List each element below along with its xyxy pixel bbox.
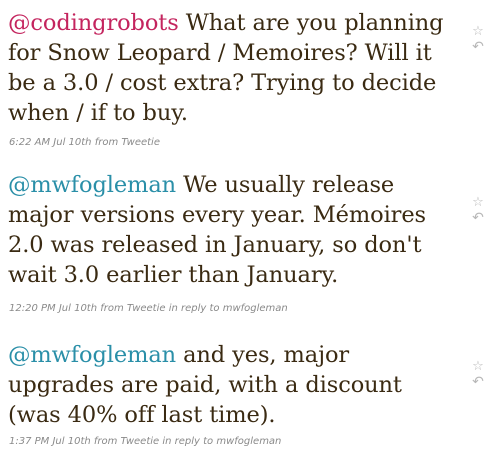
tweet-actions: ☆ ↶ xyxy=(470,24,490,56)
tweet: @mwfogleman We usually release major ver… xyxy=(0,162,500,314)
mention-link[interactable]: @mwfogleman xyxy=(8,342,176,368)
tweet-actions: ☆ ↶ xyxy=(470,359,490,391)
tweet-text: @mwfogleman We usually release major ver… xyxy=(8,170,458,290)
tweet-meta: 6:22 AM Jul 10th from Tweetie xyxy=(9,137,160,148)
reply-icon[interactable]: ↶ xyxy=(470,211,486,227)
star-icon[interactable]: ☆ xyxy=(470,24,486,40)
reply-icon[interactable]: ↶ xyxy=(470,40,486,56)
star-icon[interactable]: ☆ xyxy=(470,195,486,211)
tweet-actions: ☆ ↶ xyxy=(470,195,490,227)
mention-link[interactable]: @mwfogleman xyxy=(8,172,176,198)
tweet-meta: 12:20 PM Jul 10th from Tweetie in reply … xyxy=(9,303,288,314)
tweet-meta: 1:37 PM Jul 10th from Tweetie in reply t… xyxy=(9,436,282,447)
tweet: @mwfogleman and yes, major upgrades are … xyxy=(0,332,500,462)
reply-icon[interactable]: ↶ xyxy=(470,375,486,391)
mention-link[interactable]: @codingrobots xyxy=(8,10,179,36)
tweet-text: @mwfogleman and yes, major upgrades are … xyxy=(8,340,458,430)
star-icon[interactable]: ☆ xyxy=(470,359,486,375)
tweet-text: @codingrobots What are you planning for … xyxy=(8,8,458,128)
tweet: @codingrobots What are you planning for … xyxy=(0,0,500,150)
